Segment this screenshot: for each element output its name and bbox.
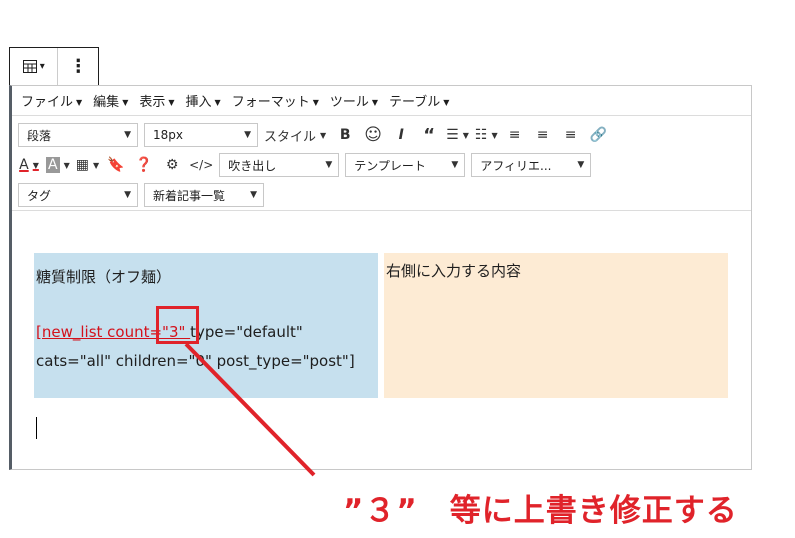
annotation-arrow [184, 342, 316, 477]
annotation-text: ”３” 等に上書き修正する [343, 493, 738, 529]
